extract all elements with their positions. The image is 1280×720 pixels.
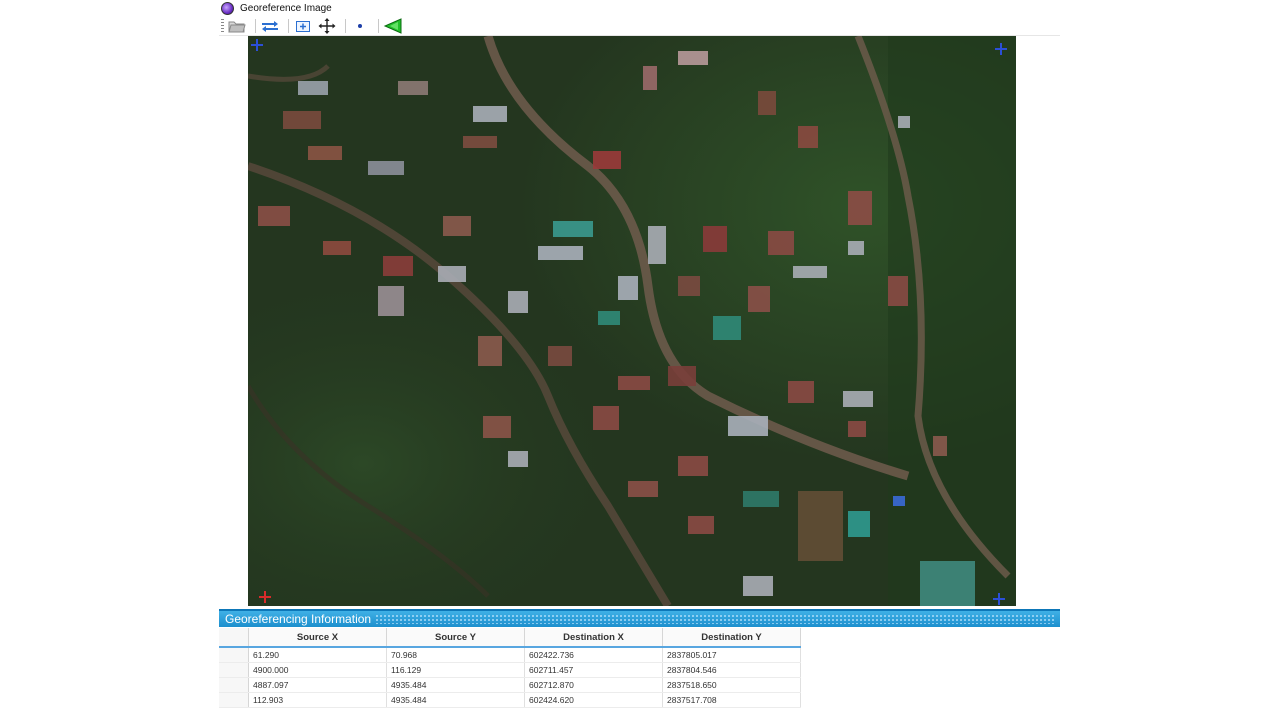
open-image-button[interactable] xyxy=(227,18,247,34)
zoom-extent-button[interactable] xyxy=(293,18,313,34)
table-row[interactable]: 4887.097 4935.484 602712.870 2837518.650 xyxy=(219,677,801,693)
toolbar-separator xyxy=(345,19,346,33)
row-header[interactable] xyxy=(219,677,249,693)
folder-icon xyxy=(228,21,246,33)
rotate-arrows-icon xyxy=(262,21,278,32)
georeference-window: Georeference Image Georeferencing Inform… xyxy=(219,0,1060,710)
control-point-marker-2[interactable] xyxy=(994,42,1008,56)
toolbar-separator xyxy=(255,19,256,33)
pan-button[interactable] xyxy=(317,18,337,34)
row-header[interactable] xyxy=(219,647,249,663)
cell-source-x[interactable]: 4887.097 xyxy=(248,677,387,693)
row-header[interactable] xyxy=(219,662,249,678)
georeferencing-table: Source X Source Y Destination X Destinat… xyxy=(219,628,801,708)
green-arrow-icon xyxy=(383,18,402,34)
cell-source-x[interactable]: 112.903 xyxy=(248,692,387,708)
app-globe-icon xyxy=(221,2,234,15)
control-point-marker-1[interactable] xyxy=(250,38,264,52)
cell-source-y[interactable]: 116.129 xyxy=(386,662,525,678)
row-header[interactable] xyxy=(219,692,249,708)
apply-button[interactable] xyxy=(383,18,403,34)
cell-source-x[interactable]: 61.290 xyxy=(248,647,387,663)
toolbar-separator xyxy=(288,19,289,33)
cell-destination-y[interactable]: 2837517.708 xyxy=(662,692,801,708)
cell-destination-y[interactable]: 2837805.017 xyxy=(662,647,801,663)
column-header-source-x[interactable]: Source X xyxy=(248,628,387,648)
control-point-marker-4[interactable] xyxy=(258,590,272,604)
cell-source-x[interactable]: 4900.000 xyxy=(248,662,387,678)
cell-destination-x[interactable]: 602422.736 xyxy=(524,647,663,663)
toolbar xyxy=(219,17,1060,36)
rotate-button[interactable] xyxy=(260,18,280,34)
cell-destination-x[interactable]: 602424.620 xyxy=(524,692,663,708)
zoom-extent-icon xyxy=(296,21,310,32)
column-header-source-y[interactable]: Source Y xyxy=(386,628,525,648)
title-bar: Georeference Image xyxy=(219,0,1060,17)
cell-source-y[interactable]: 70.968 xyxy=(386,647,525,663)
header-dot-pattern xyxy=(375,614,1056,624)
cell-destination-x[interactable]: 602712.870 xyxy=(524,677,663,693)
georeferencing-info-header: Georeferencing Information xyxy=(219,609,1060,627)
column-header-destination-y[interactable]: Destination Y xyxy=(662,628,801,648)
cell-destination-y[interactable]: 2837804.546 xyxy=(662,662,801,678)
window-title: Georeference Image xyxy=(240,3,332,14)
cell-source-y[interactable]: 4935.484 xyxy=(386,677,525,693)
info-panel-title: Georeferencing Information xyxy=(225,612,372,626)
column-header-destination-x[interactable]: Destination X xyxy=(524,628,663,648)
table-row[interactable]: 112.903 4935.484 602424.620 2837517.708 xyxy=(219,692,801,708)
add-point-icon xyxy=(358,24,362,28)
aerial-photo xyxy=(248,36,1016,606)
table-header-row: Source X Source Y Destination X Destinat… xyxy=(219,628,801,648)
toolbar-grip[interactable] xyxy=(221,19,224,33)
cell-destination-x[interactable]: 602711.457 xyxy=(524,662,663,678)
toolbar-separator xyxy=(378,19,379,33)
table-row[interactable]: 61.290 70.968 602422.736 2837805.017 xyxy=(219,647,801,663)
add-point-button[interactable] xyxy=(350,18,370,34)
aerial-image-canvas[interactable] xyxy=(248,36,1016,606)
control-point-marker-3[interactable] xyxy=(992,592,1006,606)
pan-arrows-icon xyxy=(318,18,336,34)
cell-source-y[interactable]: 4935.484 xyxy=(386,692,525,708)
table-row[interactable]: 4900.000 116.129 602711.457 2837804.546 xyxy=(219,662,801,678)
row-header-corner xyxy=(219,628,249,648)
cell-destination-y[interactable]: 2837518.650 xyxy=(662,677,801,693)
